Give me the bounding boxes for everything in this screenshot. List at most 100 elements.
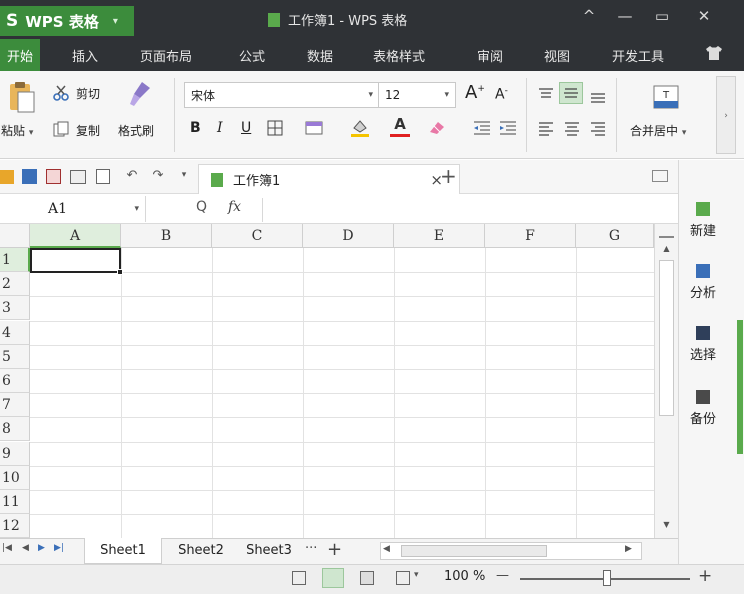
- scroll-left-icon[interactable]: ◀: [383, 544, 390, 554]
- vertical-scroll-thumb[interactable]: [659, 260, 674, 416]
- format-painter-button[interactable]: 格式刷: [118, 122, 154, 139]
- save-icon[interactable]: [22, 169, 37, 184]
- collapse-ribbon-button[interactable]: ^: [575, 7, 603, 25]
- menu-tab-home[interactable]: 开始: [0, 39, 40, 71]
- open-folder-icon[interactable]: [0, 170, 14, 184]
- row-header[interactable]: 3: [0, 296, 30, 321]
- increase-indent-icon[interactable]: [498, 118, 518, 138]
- merge-center-button[interactable]: 合并居中 ▾: [630, 122, 686, 139]
- sheet-tab-sheet3[interactable]: Sheet3: [238, 538, 300, 564]
- font-name-select[interactable]: 宋体 ▾: [184, 82, 380, 108]
- minimize-button[interactable]: —: [611, 7, 639, 25]
- decrease-indent-icon[interactable]: [472, 118, 492, 138]
- add-sheet-button[interactable]: +: [327, 539, 342, 560]
- align-center-icon[interactable]: [562, 120, 582, 136]
- menu-tab-developer[interactable]: 开发工具: [612, 46, 664, 65]
- column-header-e[interactable]: E: [394, 224, 485, 248]
- zoom-out-button[interactable]: —: [496, 568, 509, 583]
- sheet-tab-sheet1[interactable]: Sheet1: [84, 538, 162, 564]
- copy-icon[interactable]: [52, 120, 70, 138]
- bold-button[interactable]: B: [190, 120, 201, 136]
- paste-button[interactable]: 粘贴 ▾: [1, 122, 33, 139]
- row-header[interactable]: 1: [0, 248, 30, 272]
- scroll-up-icon[interactable]: ▲: [659, 244, 674, 253]
- maximize-button[interactable]: ▭: [648, 7, 676, 25]
- align-middle-icon[interactable]: [559, 82, 583, 104]
- normal-view-icon[interactable]: [292, 571, 306, 585]
- split-handle[interactable]: [659, 228, 674, 238]
- more-sheets-button[interactable]: ···: [305, 541, 317, 556]
- scroll-right-icon[interactable]: ▶: [625, 544, 632, 554]
- column-header-a[interactable]: A: [30, 224, 121, 248]
- row-header[interactable]: 10: [0, 465, 30, 490]
- document-tab[interactable]: 工作簿1 ×: [198, 164, 460, 194]
- align-top-icon[interactable]: [536, 86, 556, 102]
- horizontal-scrollbar[interactable]: ◀ ▶: [380, 542, 642, 560]
- brush-icon[interactable]: [126, 80, 154, 110]
- skin-icon[interactable]: [704, 44, 724, 62]
- print-preview-icon[interactable]: [96, 169, 110, 184]
- zoom-in-button[interactable]: +: [698, 566, 712, 586]
- row-header[interactable]: 9: [0, 441, 30, 466]
- menu-tab-table-style[interactable]: 表格样式: [373, 46, 425, 65]
- last-sheet-icon[interactable]: ▶|: [54, 543, 64, 553]
- chevron-down-icon[interactable]: ▾: [414, 570, 419, 580]
- shrink-font-button[interactable]: A-: [495, 86, 508, 103]
- zoom-formula-icon[interactable]: Q: [196, 199, 207, 215]
- horizontal-scroll-thumb[interactable]: [401, 545, 547, 557]
- sheet-tab-sheet2[interactable]: Sheet2: [166, 538, 236, 564]
- row-header[interactable]: 5: [0, 344, 30, 369]
- cell-style-icon[interactable]: [304, 119, 326, 137]
- column-header-b[interactable]: B: [121, 224, 212, 248]
- merge-center-icon[interactable]: T: [652, 84, 680, 110]
- row-header[interactable]: 6: [0, 369, 30, 393]
- align-left-icon[interactable]: [536, 120, 556, 136]
- app-menu-button[interactable]: S WPS 表格 ▾: [0, 6, 134, 36]
- customize-toolbar-icon[interactable]: ▾: [178, 170, 190, 180]
- page-break-view-icon[interactable]: [322, 568, 344, 588]
- align-right-icon[interactable]: [588, 120, 608, 136]
- grow-font-button[interactable]: A+: [465, 82, 485, 103]
- menu-tab-formulas[interactable]: 公式: [239, 46, 265, 65]
- window-layout-icon[interactable]: [652, 170, 668, 182]
- column-header-g[interactable]: G: [576, 224, 654, 248]
- redo-icon[interactable]: ↷: [150, 168, 166, 183]
- side-backup-button[interactable]: 备份: [678, 390, 728, 427]
- row-header[interactable]: 7: [0, 393, 30, 418]
- task-pane-handle[interactable]: [737, 320, 743, 454]
- font-color-icon[interactable]: A: [390, 115, 410, 137]
- menu-tab-page-layout[interactable]: 页面布局: [140, 46, 192, 65]
- align-bottom-icon[interactable]: [588, 88, 608, 104]
- new-tab-button[interactable]: +: [440, 164, 457, 188]
- first-sheet-icon[interactable]: |◀: [2, 543, 12, 553]
- scroll-down-icon[interactable]: ▼: [659, 520, 674, 529]
- font-size-select[interactable]: 12 ▾: [378, 82, 456, 108]
- column-header-f[interactable]: F: [485, 224, 576, 248]
- insert-function-icon[interactable]: fx: [228, 199, 241, 215]
- fill-handle[interactable]: [117, 269, 123, 275]
- underline-button[interactable]: U: [241, 120, 251, 136]
- menu-tab-view[interactable]: 视图: [544, 46, 570, 65]
- row-header[interactable]: 12: [0, 514, 30, 538]
- row-header[interactable]: 11: [0, 490, 30, 514]
- italic-button[interactable]: I: [217, 120, 223, 136]
- menu-tab-review[interactable]: 审阅: [477, 46, 503, 65]
- row-header[interactable]: 2: [0, 272, 30, 297]
- paste-icon[interactable]: [2, 80, 38, 116]
- menu-tab-insert[interactable]: 插入: [72, 46, 98, 65]
- zoom-slider-thumb[interactable]: [603, 570, 611, 586]
- ribbon-scroll-right-button[interactable]: ›: [716, 76, 736, 154]
- vertical-scrollbar[interactable]: ▲ ▼: [654, 224, 678, 538]
- close-button[interactable]: ✕: [690, 7, 718, 25]
- fullscreen-icon[interactable]: [396, 571, 410, 585]
- select-all-corner[interactable]: [0, 224, 30, 248]
- column-header-c[interactable]: C: [212, 224, 303, 248]
- row-header[interactable]: 4: [0, 320, 30, 345]
- column-header-d[interactable]: D: [303, 224, 394, 248]
- row-header[interactable]: 8: [0, 417, 30, 442]
- reading-view-icon[interactable]: [360, 571, 374, 585]
- prev-sheet-icon[interactable]: ◀: [22, 543, 29, 553]
- undo-icon[interactable]: ↶: [124, 168, 140, 183]
- copy-button[interactable]: 复制: [76, 122, 100, 139]
- export-pdf-icon[interactable]: [46, 169, 61, 184]
